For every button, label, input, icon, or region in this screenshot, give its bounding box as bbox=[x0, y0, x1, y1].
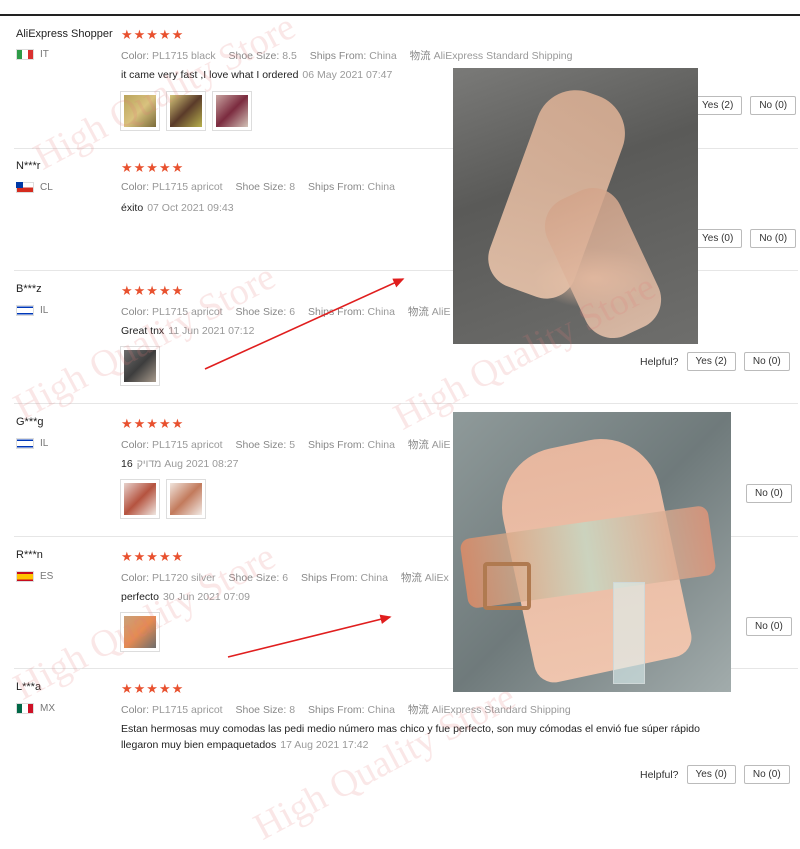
arrow-to-photo-2 bbox=[227, 614, 392, 658]
annotation-arrows bbox=[204, 278, 405, 658]
arrow-to-photo-1 bbox=[204, 278, 405, 370]
